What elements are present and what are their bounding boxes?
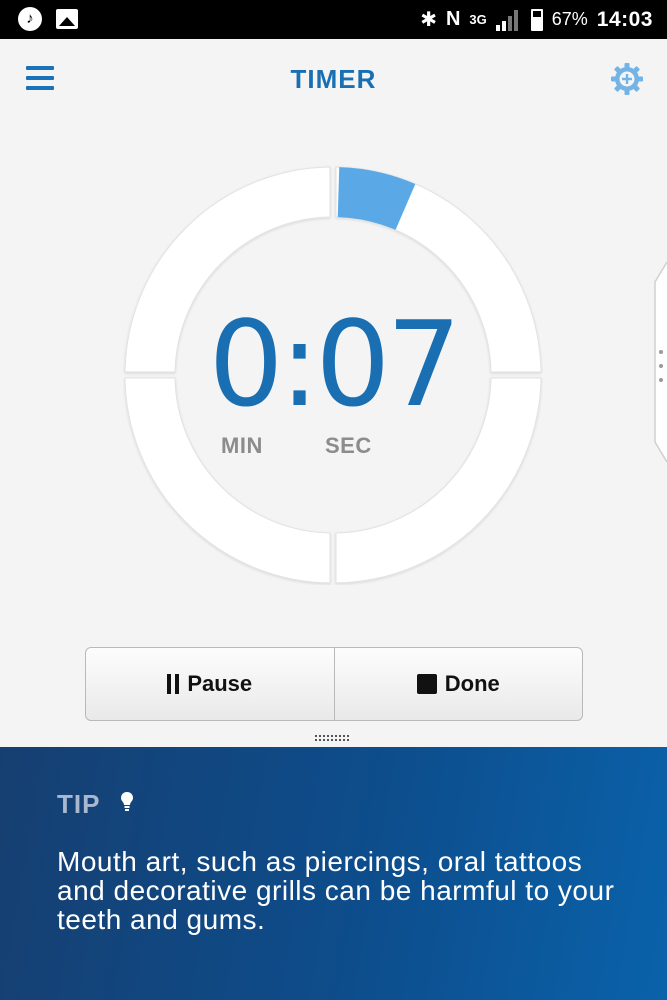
battery-percent: 67% bbox=[551, 9, 588, 29]
gear-plus-icon[interactable] bbox=[609, 61, 645, 97]
pause-label: Pause bbox=[187, 671, 253, 696]
timer-controls: Pause Done bbox=[85, 647, 583, 721]
panel-grip-handle[interactable] bbox=[314, 734, 352, 742]
seconds-label: SEC bbox=[325, 433, 372, 458]
app-header: TIMER bbox=[0, 39, 667, 119]
lightbulb-icon bbox=[121, 792, 133, 811]
network-type: 3G bbox=[469, 11, 487, 27]
side-drawer-handle[interactable] bbox=[651, 262, 667, 462]
signal-icon bbox=[495, 9, 522, 31]
music-note-icon: ♪ bbox=[18, 7, 42, 31]
tip-panel: TIP Mouth art, such as piercings, oral t… bbox=[0, 747, 667, 1000]
timer-display: 0:07 bbox=[208, 295, 462, 433]
pause-button[interactable]: Pause bbox=[86, 648, 334, 720]
timer-dial: 0:07 MIN SEC bbox=[123, 165, 543, 585]
done-button[interactable]: Done bbox=[333, 648, 583, 720]
done-label: Done bbox=[444, 671, 500, 696]
pause-icon bbox=[167, 674, 180, 694]
clock: 14:03 bbox=[596, 7, 653, 31]
nfc-icon: N bbox=[445, 8, 461, 30]
battery-icon bbox=[530, 8, 543, 31]
tip-label: TIP bbox=[57, 789, 101, 819]
minutes-label: MIN bbox=[221, 433, 263, 458]
bluetooth-icon: ✱ bbox=[420, 9, 437, 31]
page-title: TIMER bbox=[290, 64, 377, 94]
image-icon bbox=[56, 9, 78, 29]
status-bar: ♪ ✱ N 3G 67% 14:03 bbox=[0, 0, 667, 39]
tip-text: Mouth art, such as piercings, oral tatto… bbox=[57, 846, 615, 935]
stop-icon bbox=[416, 674, 437, 694]
